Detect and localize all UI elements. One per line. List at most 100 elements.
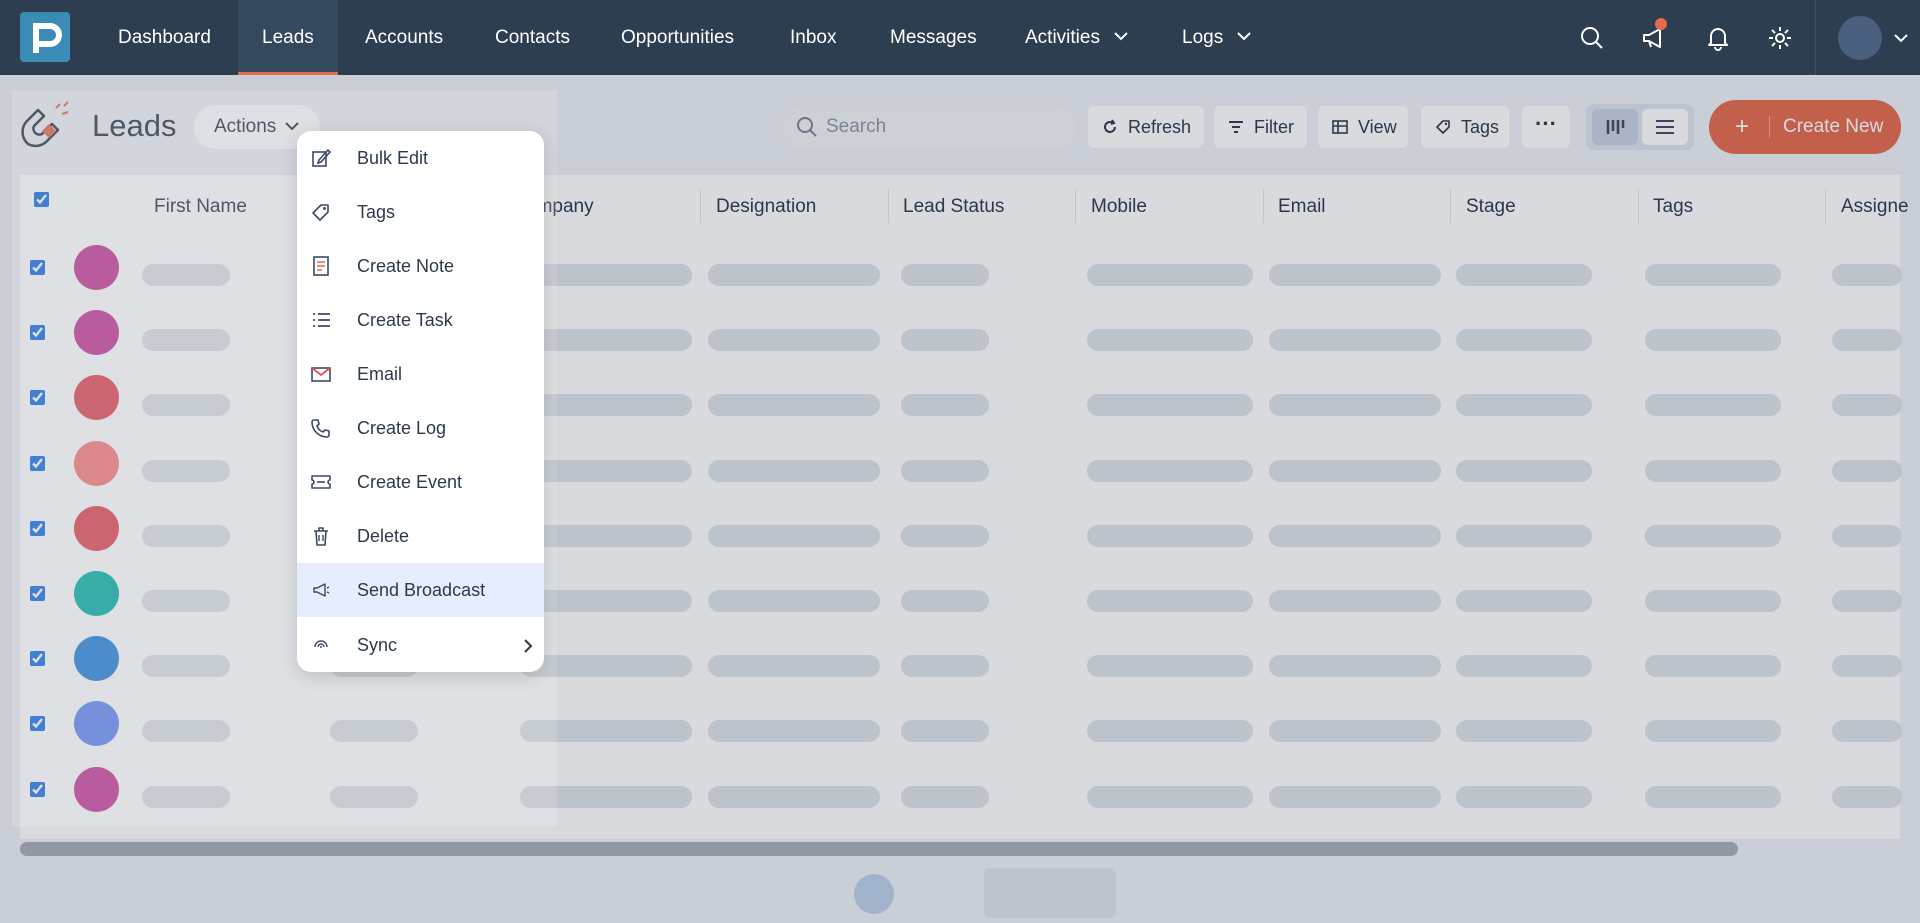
- kanban-view-button[interactable]: [1592, 109, 1638, 145]
- loading-placeholder: [708, 524, 880, 547]
- menu-item-sync[interactable]: Sync: [297, 618, 544, 672]
- column-header-stage[interactable]: Stage: [1466, 175, 1516, 239]
- column-header-assignee[interactable]: Assigne: [1841, 175, 1909, 239]
- row-checkbox[interactable]: [30, 455, 45, 471]
- nav-item-accounts[interactable]: Accounts: [341, 0, 467, 75]
- loading-placeholder: [142, 524, 230, 547]
- loading-placeholder: [520, 785, 692, 808]
- row-checkbox[interactable]: [30, 390, 45, 406]
- menu-item-send-broadcast[interactable]: Send Broadcast: [297, 563, 544, 617]
- menu-item-label: Delete: [357, 526, 410, 546]
- loading-placeholder: [1456, 459, 1592, 482]
- create-new-button[interactable]: + Create New: [1709, 100, 1901, 154]
- column-header-designation[interactable]: Designation: [716, 175, 816, 239]
- app-logo[interactable]: [20, 12, 70, 62]
- nav-item-leads[interactable]: Leads: [238, 0, 338, 75]
- loading-placeholder: [1645, 524, 1781, 547]
- row-checkbox[interactable]: [30, 651, 45, 667]
- search-field[interactable]: [782, 106, 1077, 148]
- loading-placeholder: [1456, 329, 1592, 352]
- bell-icon[interactable]: [1704, 24, 1732, 52]
- select-all-checkbox[interactable]: [34, 192, 49, 207]
- loading-placeholder: [520, 394, 692, 417]
- filter-label: Filter: [1254, 117, 1294, 137]
- menu-item-create-log[interactable]: Create Log: [297, 401, 544, 455]
- envelope-icon: [311, 367, 331, 382]
- create-button-divider: [1769, 116, 1770, 138]
- menu-item-create-note[interactable]: Create Note: [297, 239, 544, 293]
- pagination-control[interactable]: [984, 868, 1116, 918]
- column-divider: [1638, 189, 1639, 223]
- gear-icon[interactable]: [1766, 24, 1794, 52]
- column-header-mobile[interactable]: Mobile: [1091, 175, 1147, 239]
- row-checkbox[interactable]: [30, 520, 45, 536]
- row-checkbox[interactable]: [30, 586, 45, 601]
- loading-placeholder: [1832, 329, 1902, 352]
- menu-item-email[interactable]: Email: [297, 347, 544, 401]
- loading-placeholder: [1456, 524, 1592, 547]
- loading-placeholder: [1269, 394, 1441, 417]
- menu-item-tags[interactable]: Tags: [297, 185, 544, 239]
- nav-item-opportunities[interactable]: Opportunities: [597, 0, 758, 75]
- list-view-button[interactable]: [1642, 109, 1688, 145]
- loading-placeholder: [1087, 720, 1253, 743]
- menu-item-create-task[interactable]: Create Task: [297, 293, 544, 347]
- chevron-down-icon[interactable]: [1894, 33, 1908, 43]
- nav-item-contacts[interactable]: Contacts: [471, 0, 594, 75]
- search-icon: [797, 117, 817, 137]
- nav-item-logs[interactable]: Logs: [1158, 0, 1273, 75]
- row-checkbox[interactable]: [30, 260, 45, 275]
- loading-placeholder: [330, 785, 418, 808]
- menu-item-bulk-edit[interactable]: Bulk Edit: [297, 131, 544, 185]
- column-header-email[interactable]: Email: [1278, 175, 1326, 239]
- filter-button[interactable]: Filter: [1214, 106, 1307, 148]
- search-input[interactable]: [826, 106, 1066, 148]
- loading-placeholder: [520, 590, 692, 612]
- pagination-indicator[interactable]: [854, 874, 894, 914]
- loading-placeholder: [708, 720, 880, 743]
- loading-placeholder: [1456, 655, 1592, 678]
- menu-item-delete[interactable]: Delete: [297, 509, 544, 563]
- view-columns-icon: [1332, 120, 1348, 134]
- column-divider: [888, 189, 889, 223]
- column-divider: [1263, 189, 1264, 223]
- refresh-icon: [1104, 119, 1116, 133]
- loading-placeholder: [1087, 524, 1253, 547]
- loading-placeholder: [1832, 524, 1902, 547]
- loading-placeholder: [520, 329, 692, 352]
- nav-item-dashboard[interactable]: Dashboard: [94, 0, 235, 75]
- row-checkbox[interactable]: [30, 716, 45, 732]
- loading-placeholder: [1645, 264, 1781, 286]
- loading-placeholder: [901, 394, 989, 417]
- loading-placeholder: [1645, 590, 1781, 612]
- loading-placeholder: [142, 394, 230, 417]
- column-header-first-name[interactable]: First Name: [154, 175, 247, 239]
- view-button[interactable]: View: [1318, 106, 1408, 148]
- lead-avatar: [74, 440, 119, 486]
- user-avatar[interactable]: [1838, 16, 1882, 60]
- row-checkbox[interactable]: [30, 325, 45, 341]
- loading-placeholder: [1456, 785, 1592, 808]
- refresh-button[interactable]: Refresh: [1088, 106, 1204, 148]
- more-options-button[interactable]: ···: [1522, 106, 1570, 148]
- loading-placeholder: [520, 524, 692, 547]
- leads-magnet-icon: [21, 101, 69, 148]
- loading-placeholder: [708, 264, 880, 286]
- loading-placeholder: [901, 459, 989, 482]
- megaphone-icon: [313, 583, 330, 597]
- nav-item-inbox[interactable]: Inbox: [766, 0, 860, 75]
- loading-placeholder: [1087, 459, 1253, 482]
- loading-placeholder: [142, 720, 230, 743]
- column-header-lead-status[interactable]: Lead Status: [903, 175, 1004, 239]
- loading-placeholder: [1269, 785, 1441, 808]
- nav-item-messages[interactable]: Messages: [866, 0, 1001, 75]
- horizontal-scrollbar[interactable]: [20, 842, 1738, 856]
- column-header-tags[interactable]: Tags: [1653, 175, 1693, 239]
- loading-placeholder: [1832, 394, 1902, 417]
- tags-button[interactable]: Tags: [1421, 106, 1509, 148]
- search-icon[interactable]: [1578, 24, 1606, 52]
- lead-avatar: [74, 636, 119, 682]
- row-checkbox[interactable]: [30, 781, 45, 797]
- tags-label: Tags: [1461, 117, 1500, 137]
- menu-item-create-event[interactable]: Create Event: [297, 455, 544, 509]
